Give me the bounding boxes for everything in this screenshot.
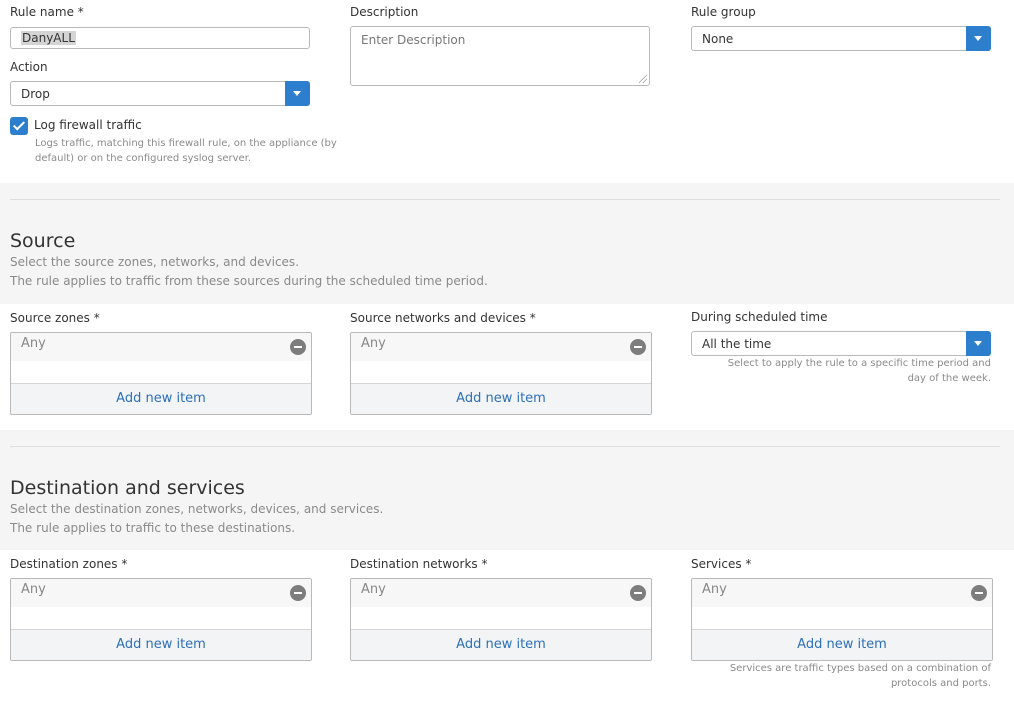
chevron-down-icon[interactable] <box>966 26 991 51</box>
remove-icon[interactable] <box>290 339 306 355</box>
source-desc-line: The rule applies to traffic from these s… <box>10 274 488 288</box>
remove-icon[interactable] <box>630 585 646 601</box>
rule-name-label: Rule name * <box>10 5 84 19</box>
source-networks-label: Source networks and devices * <box>350 311 536 325</box>
rule-group-label: Rule group <box>691 5 756 19</box>
divider <box>10 199 1000 200</box>
log-traffic-checkbox[interactable] <box>10 117 28 135</box>
list-item: Any <box>351 333 651 361</box>
schedule-help-line: day of the week. <box>907 373 991 384</box>
log-help-line: default) or on the configured syslog ser… <box>35 153 252 164</box>
schedule-help: Select to apply the rule to a specific t… <box>728 356 991 386</box>
destination-description: Select the destination zones, networks, … <box>10 500 383 538</box>
log-traffic-help: Logs traffic, matching this firewall rul… <box>35 136 337 166</box>
destination-zones-list: Any Add new item <box>10 578 312 661</box>
list-item-label: Any <box>21 582 46 597</box>
destination-zones-label: Destination zones * <box>10 557 128 571</box>
list-item: Any <box>351 579 651 607</box>
source-desc-line: Select the source zones, networks, and d… <box>10 255 300 269</box>
schedule-label: During scheduled time <box>691 310 828 324</box>
add-new-item-button[interactable]: Add new item <box>11 629 311 660</box>
log-traffic-label[interactable]: Log firewall traffic <box>34 118 142 132</box>
services-help: Services are traffic types based on a co… <box>730 661 991 691</box>
services-label: Services * <box>691 557 752 571</box>
rule-group-select[interactable]: None <box>691 26 991 51</box>
rule-group-value: None <box>702 31 734 46</box>
remove-icon[interactable] <box>630 339 646 355</box>
log-help-line: Logs traffic, matching this firewall rul… <box>35 138 337 149</box>
list-item: Any <box>692 579 992 607</box>
source-zones-label: Source zones * <box>10 311 100 325</box>
schedule-select[interactable]: All the time <box>691 331 991 356</box>
source-networks-list: Any Add new item <box>350 332 652 415</box>
add-new-item-button[interactable]: Add new item <box>351 383 651 414</box>
chevron-down-icon[interactable] <box>285 81 310 106</box>
services-list: Any Add new item <box>691 578 993 661</box>
resize-grip-icon[interactable] <box>639 75 647 83</box>
add-new-item-button[interactable]: Add new item <box>351 629 651 660</box>
divider <box>10 446 1000 447</box>
action-label: Action <box>10 60 48 74</box>
description-textarea[interactable]: Enter Description <box>350 26 650 86</box>
destination-networks-list: Any Add new item <box>350 578 652 661</box>
source-zones-list: Any Add new item <box>10 332 312 415</box>
description-label: Description <box>350 5 419 19</box>
source-description: Select the source zones, networks, and d… <box>10 253 488 291</box>
list-item-label: Any <box>702 582 727 597</box>
destination-title: Destination and services <box>10 477 245 499</box>
schedule-help-line: Select to apply the rule to a specific t… <box>727 358 991 369</box>
add-new-item-button[interactable]: Add new item <box>692 629 992 660</box>
destination-networks-label: Destination networks * <box>350 557 488 571</box>
description-placeholder: Enter Description <box>361 33 466 47</box>
services-help-line: protocols and ports. <box>890 678 991 689</box>
list-item: Any <box>11 579 311 607</box>
services-help-line: Services are traffic types based on a co… <box>729 663 991 674</box>
list-item-label: Any <box>361 336 386 351</box>
action-value: Drop <box>21 86 50 101</box>
rule-name-value: DanyALL <box>21 31 76 45</box>
remove-icon[interactable] <box>971 585 987 601</box>
schedule-value: All the time <box>702 336 772 351</box>
chevron-down-icon[interactable] <box>966 331 991 356</box>
list-item: Any <box>11 333 311 361</box>
destination-desc-line: The rule applies to traffic to these des… <box>10 521 296 535</box>
action-select[interactable]: Drop <box>10 81 310 106</box>
add-new-item-button[interactable]: Add new item <box>11 383 311 414</box>
list-item-label: Any <box>361 582 386 597</box>
rule-name-input[interactable]: DanyALL <box>10 27 310 49</box>
destination-desc-line: Select the destination zones, networks, … <box>10 502 384 516</box>
source-title: Source <box>10 230 76 252</box>
remove-icon[interactable] <box>290 585 306 601</box>
list-item-label: Any <box>21 336 46 351</box>
